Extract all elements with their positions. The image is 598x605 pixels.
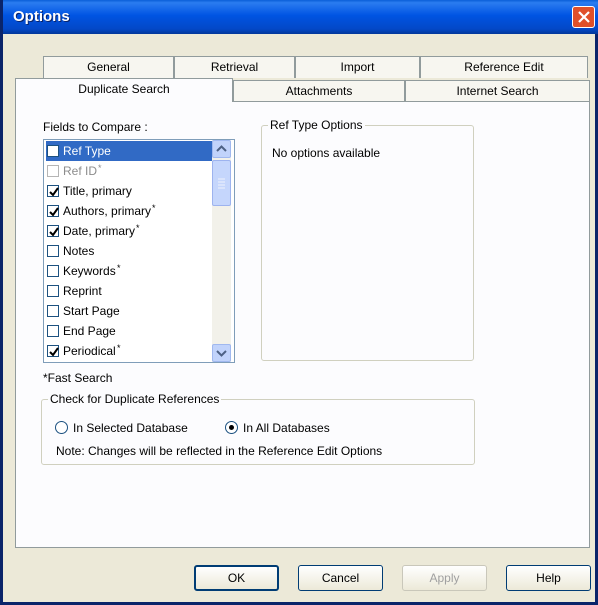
list-item[interactable]: Start Page xyxy=(46,301,214,321)
checkmark-icon xyxy=(49,227,59,237)
list-item[interactable]: Authors, primary * xyxy=(46,201,214,221)
list-item[interactable]: Notes xyxy=(46,241,214,261)
fast-search-marker: * xyxy=(98,163,102,173)
fast-search-note: *Fast Search xyxy=(43,371,113,385)
fields-listbox[interactable]: Ref Type Ref ID * Title, primary Authors, pr… xyxy=(43,139,235,363)
field-checkbox[interactable] xyxy=(47,145,59,157)
list-item[interactable]: Title, primary xyxy=(46,181,214,201)
fields-scrollbar[interactable] xyxy=(212,140,231,362)
close-button[interactable] xyxy=(572,6,595,28)
no-options-message: No options available xyxy=(272,146,381,160)
field-label: Start Page xyxy=(63,304,120,318)
scroll-down-button[interactable] xyxy=(212,344,231,362)
list-item[interactable]: Ref ID * xyxy=(46,161,214,181)
radio-all-databases[interactable] xyxy=(225,421,238,434)
checkmark-icon xyxy=(49,187,59,197)
checkmark-icon xyxy=(49,207,59,217)
duplicate-references-title: Check for Duplicate References xyxy=(48,392,222,406)
field-checkbox[interactable] xyxy=(47,245,59,257)
list-item[interactable]: End Page xyxy=(46,321,214,341)
field-label: Date, primary xyxy=(63,224,136,238)
chevron-up-icon xyxy=(216,145,227,152)
field-checkbox[interactable] xyxy=(47,165,59,177)
list-item[interactable]: Date, primary * xyxy=(46,221,214,241)
field-checkbox[interactable] xyxy=(47,285,59,297)
cancel-button[interactable]: Cancel xyxy=(298,565,383,591)
scroll-up-button[interactable] xyxy=(212,140,231,158)
field-label: End Page xyxy=(63,324,116,338)
window-title: Options xyxy=(13,8,70,25)
duplicate-note: Note: Changes will be reflected in the R… xyxy=(56,444,383,458)
close-icon xyxy=(578,11,590,23)
fast-search-marker: * xyxy=(117,263,121,273)
field-checkbox[interactable] xyxy=(47,305,59,317)
field-label: Ref ID xyxy=(63,164,98,178)
field-checkbox[interactable] xyxy=(47,225,59,237)
options-dialog: Options General Retrieval Import Referen… xyxy=(0,0,598,605)
ref-type-options-group: Ref Type Options No options available xyxy=(261,118,474,361)
field-label: Reprint xyxy=(63,284,102,298)
field-label: Keywords xyxy=(63,264,116,278)
radio-all-databases-label[interactable]: In All Databases xyxy=(243,421,330,435)
field-checkbox[interactable] xyxy=(47,345,59,357)
tab-duplicate-search[interactable]: Duplicate Search xyxy=(15,78,233,102)
radio-selected-database[interactable] xyxy=(55,421,68,434)
title-bar[interactable]: Options xyxy=(3,0,598,34)
apply-button[interactable]: Apply xyxy=(402,565,487,591)
field-label: Notes xyxy=(63,244,95,258)
list-item[interactable]: Reprint xyxy=(46,281,214,301)
fast-search-marker: * xyxy=(152,203,156,213)
field-checkbox[interactable] xyxy=(47,205,59,217)
field-checkbox[interactable] xyxy=(47,265,59,277)
fields-label: Fields to Compare : xyxy=(43,120,148,134)
list-item[interactable]: Keywords * xyxy=(46,261,214,281)
fast-search-marker: * xyxy=(136,223,140,233)
grip-icon xyxy=(218,178,225,189)
field-checkbox[interactable] xyxy=(47,185,59,197)
ref-type-options-title: Ref Type Options xyxy=(268,118,365,132)
radio-dot xyxy=(229,425,234,430)
field-label: Ref Type xyxy=(63,144,111,158)
radio-selected-database-label[interactable]: In Selected Database xyxy=(73,421,188,435)
field-checkbox[interactable] xyxy=(47,325,59,337)
tab-internet-search[interactable]: Internet Search xyxy=(405,80,590,102)
help-button[interactable]: Help xyxy=(506,565,591,591)
field-label: Title, primary xyxy=(63,184,132,198)
fast-search-marker: * xyxy=(117,343,121,353)
field-label: Periodical xyxy=(63,344,116,358)
chevron-down-icon xyxy=(216,350,227,357)
list-item[interactable]: Ref Type xyxy=(46,141,214,161)
tab-import[interactable]: Import xyxy=(295,56,420,78)
tab-reference-edit[interactable]: Reference Edit xyxy=(420,56,588,78)
list-item[interactable]: Periodical * xyxy=(46,341,214,361)
scroll-thumb[interactable] xyxy=(212,160,231,206)
ok-button[interactable]: OK xyxy=(194,565,279,591)
checkmark-icon xyxy=(49,347,59,357)
tab-attachments[interactable]: Attachments xyxy=(233,80,405,102)
tab-retrieval[interactable]: Retrieval xyxy=(174,56,295,78)
tab-general[interactable]: General xyxy=(43,56,174,78)
